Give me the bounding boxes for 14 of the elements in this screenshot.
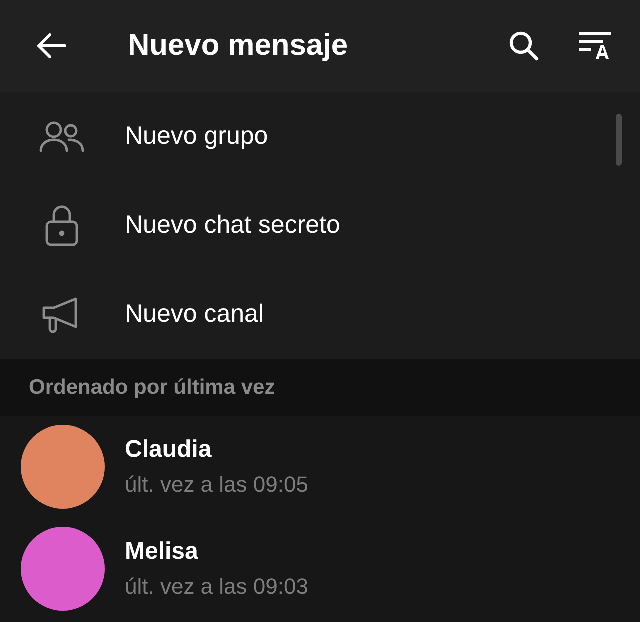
contact-row[interactable]: Melisa últ. vez a las 09:03	[0, 518, 640, 620]
section-title: Ordenado por última vez	[29, 376, 276, 400]
menu-item[interactable]: Nuevo grupo	[0, 92, 640, 181]
menu-item[interactable]: Nuevo canal	[0, 270, 640, 359]
contact-name: Claudia	[125, 436, 213, 464]
lock-icon	[45, 204, 79, 246]
people-icon	[39, 120, 85, 152]
scrollbar-thumb	[616, 114, 622, 166]
contact-name: Melisa	[125, 538, 200, 566]
contact-row[interactable]: Claudia últ. vez a las 09:05	[0, 416, 640, 518]
screen-title: Nuevo mensaje	[128, 29, 350, 63]
menu-item[interactable]: Nuevo chat secreto	[0, 181, 640, 270]
last-seen: últ. vez a las 09:03	[125, 574, 308, 600]
last-seen: últ. vez a las 09:05	[125, 472, 308, 498]
